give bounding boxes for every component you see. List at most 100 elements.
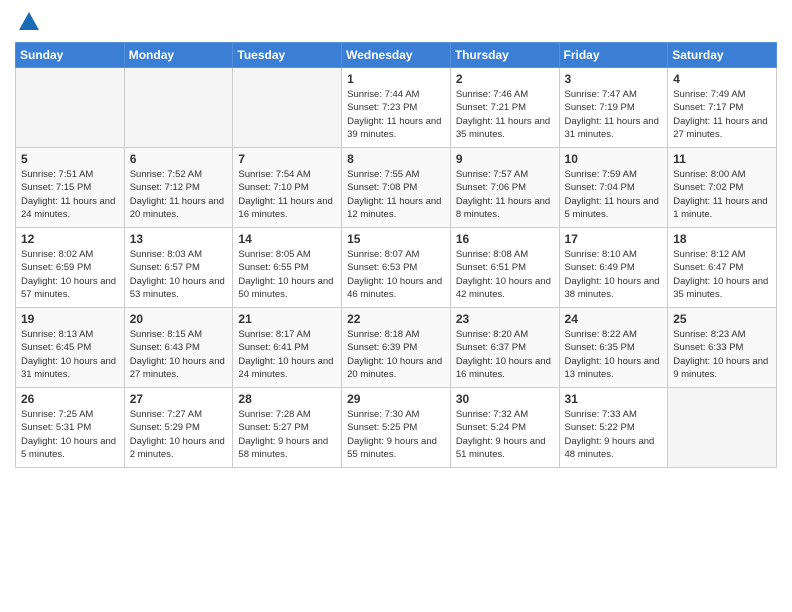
day-info: Sunrise: 8:03 AMSunset: 6:57 PMDaylight:… xyxy=(130,248,228,301)
calendar-cell: 30 Sunrise: 7:32 AMSunset: 5:24 PMDayligh… xyxy=(450,388,559,468)
calendar-week-4: 19 Sunrise: 8:13 AMSunset: 6:45 PMDayligh… xyxy=(16,308,777,388)
day-info: Sunrise: 7:47 AMSunset: 7:19 PMDaylight:… xyxy=(565,88,663,141)
day-number: 22 xyxy=(347,312,445,326)
day-info: Sunrise: 8:18 AMSunset: 6:39 PMDaylight:… xyxy=(347,328,445,381)
calendar-cell: 21 Sunrise: 8:17 AMSunset: 6:41 PMDayligh… xyxy=(233,308,342,388)
calendar-cell: 18 Sunrise: 8:12 AMSunset: 6:47 PMDayligh… xyxy=(668,228,777,308)
calendar-cell: 26 Sunrise: 7:25 AMSunset: 5:31 PMDayligh… xyxy=(16,388,125,468)
day-number: 4 xyxy=(673,72,771,86)
calendar-week-3: 12 Sunrise: 8:02 AMSunset: 6:59 PMDayligh… xyxy=(16,228,777,308)
calendar-cell: 5 Sunrise: 7:51 AMSunset: 7:15 PMDaylight… xyxy=(16,148,125,228)
calendar-cell: 23 Sunrise: 8:20 AMSunset: 6:37 PMDayligh… xyxy=(450,308,559,388)
day-info: Sunrise: 7:25 AMSunset: 5:31 PMDaylight:… xyxy=(21,408,119,461)
day-info: Sunrise: 8:13 AMSunset: 6:45 PMDaylight:… xyxy=(21,328,119,381)
calendar-week-5: 26 Sunrise: 7:25 AMSunset: 5:31 PMDayligh… xyxy=(16,388,777,468)
day-info: Sunrise: 8:10 AMSunset: 6:49 PMDaylight:… xyxy=(565,248,663,301)
calendar-cell: 9 Sunrise: 7:57 AMSunset: 7:06 PMDaylight… xyxy=(450,148,559,228)
day-info: Sunrise: 7:28 AMSunset: 5:27 PMDaylight:… xyxy=(238,408,336,461)
calendar-cell: 25Sunrise: 8:23 AMSunset: 6:33 PMDayligh… xyxy=(668,308,777,388)
day-number: 10 xyxy=(565,152,663,166)
day-number: 5 xyxy=(21,152,119,166)
day-number: 13 xyxy=(130,232,228,246)
calendar-cell: 4Sunrise: 7:49 AMSunset: 7:17 PMDaylight… xyxy=(668,68,777,148)
calendar-cell: 1 Sunrise: 7:44 AMSunset: 7:23 PMDaylight… xyxy=(342,68,451,148)
day-number: 19 xyxy=(21,312,119,326)
calendar-cell xyxy=(233,68,342,148)
calendar-cell: 14 Sunrise: 8:05 AMSunset: 6:55 PMDayligh… xyxy=(233,228,342,308)
calendar-cell: 28 Sunrise: 7:28 AMSunset: 5:27 PMDayligh… xyxy=(233,388,342,468)
day-number: 1 xyxy=(347,72,445,86)
day-number: 23 xyxy=(456,312,554,326)
calendar-cell: 19 Sunrise: 8:13 AMSunset: 6:45 PMDayligh… xyxy=(16,308,125,388)
day-number: 27 xyxy=(130,392,228,406)
day-info: Sunrise: 7:57 AMSunset: 7:06 PMDaylight:… xyxy=(456,168,554,221)
calendar-cell: 24 Sunrise: 8:22 AMSunset: 6:35 PMDayligh… xyxy=(559,308,668,388)
calendar-cell: 2Sunrise: 7:46 AMSunset: 7:21 PMDaylight… xyxy=(450,68,559,148)
day-number: 20 xyxy=(130,312,228,326)
page-header xyxy=(15,10,777,34)
calendar-cell: 15 Sunrise: 8:07 AMSunset: 6:53 PMDayligh… xyxy=(342,228,451,308)
day-info: Sunrise: 7:51 AMSunset: 7:15 PMDaylight:… xyxy=(21,168,119,221)
day-number: 11 xyxy=(673,152,771,166)
day-number: 3 xyxy=(565,72,663,86)
day-info: Sunrise: 8:20 AMSunset: 6:37 PMDaylight:… xyxy=(456,328,554,381)
day-number: 26 xyxy=(21,392,119,406)
day-info: Sunrise: 7:27 AMSunset: 5:29 PMDaylight:… xyxy=(130,408,228,461)
calendar-cell: 20Sunrise: 8:15 AMSunset: 6:43 PMDayligh… xyxy=(124,308,233,388)
day-info: Sunrise: 7:55 AMSunset: 7:08 PMDaylight:… xyxy=(347,168,445,221)
day-info: Sunrise: 8:12 AMSunset: 6:47 PMDaylight:… xyxy=(673,248,771,301)
calendar-cell: 7Sunrise: 7:54 AMSunset: 7:10 PMDaylight… xyxy=(233,148,342,228)
day-number: 2 xyxy=(456,72,554,86)
logo xyxy=(15,10,41,34)
calendar-week-1: 1 Sunrise: 7:44 AMSunset: 7:23 PMDaylight… xyxy=(16,68,777,148)
calendar-cell: 11Sunrise: 8:00 AMSunset: 7:02 PMDayligh… xyxy=(668,148,777,228)
day-number: 29 xyxy=(347,392,445,406)
calendar-week-2: 5 Sunrise: 7:51 AMSunset: 7:15 PMDaylight… xyxy=(16,148,777,228)
day-number: 24 xyxy=(565,312,663,326)
day-info: Sunrise: 8:05 AMSunset: 6:55 PMDaylight:… xyxy=(238,248,336,301)
day-number: 12 xyxy=(21,232,119,246)
calendar-table: SundayMondayTuesdayWednesdayThursdayFrid… xyxy=(15,42,777,468)
day-info: Sunrise: 8:22 AMSunset: 6:35 PMDaylight:… xyxy=(565,328,663,381)
calendar-cell: 10 Sunrise: 7:59 AMSunset: 7:04 PMDayligh… xyxy=(559,148,668,228)
day-number: 28 xyxy=(238,392,336,406)
day-info: Sunrise: 8:17 AMSunset: 6:41 PMDaylight:… xyxy=(238,328,336,381)
day-number: 30 xyxy=(456,392,554,406)
day-header-friday: Friday xyxy=(559,43,668,68)
day-info: Sunrise: 8:08 AMSunset: 6:51 PMDaylight:… xyxy=(456,248,554,301)
day-number: 31 xyxy=(565,392,663,406)
day-info: Sunrise: 8:07 AMSunset: 6:53 PMDaylight:… xyxy=(347,248,445,301)
logo-icon xyxy=(17,10,41,34)
calendar-cell: 13 Sunrise: 8:03 AMSunset: 6:57 PMDayligh… xyxy=(124,228,233,308)
day-number: 18 xyxy=(673,232,771,246)
day-info: Sunrise: 7:59 AMSunset: 7:04 PMDaylight:… xyxy=(565,168,663,221)
day-header-thursday: Thursday xyxy=(450,43,559,68)
calendar-cell xyxy=(668,388,777,468)
day-number: 8 xyxy=(347,152,445,166)
day-number: 15 xyxy=(347,232,445,246)
day-info: Sunrise: 7:30 AMSunset: 5:25 PMDaylight:… xyxy=(347,408,445,461)
day-info: Sunrise: 8:02 AMSunset: 6:59 PMDaylight:… xyxy=(21,248,119,301)
calendar-cell xyxy=(124,68,233,148)
calendar-cell: 12 Sunrise: 8:02 AMSunset: 6:59 PMDayligh… xyxy=(16,228,125,308)
day-number: 14 xyxy=(238,232,336,246)
day-number: 25 xyxy=(673,312,771,326)
day-info: Sunrise: 7:32 AMSunset: 5:24 PMDaylight:… xyxy=(456,408,554,461)
day-info: Sunrise: 7:52 AMSunset: 7:12 PMDaylight:… xyxy=(130,168,228,221)
calendar-cell: 31Sunrise: 7:33 AMSunset: 5:22 PMDayligh… xyxy=(559,388,668,468)
day-number: 6 xyxy=(130,152,228,166)
calendar-header-row: SundayMondayTuesdayWednesdayThursdayFrid… xyxy=(16,43,777,68)
day-header-monday: Monday xyxy=(124,43,233,68)
calendar-cell: 27 Sunrise: 7:27 AMSunset: 5:29 PMDayligh… xyxy=(124,388,233,468)
day-number: 9 xyxy=(456,152,554,166)
calendar-cell: 17 Sunrise: 8:10 AMSunset: 6:49 PMDayligh… xyxy=(559,228,668,308)
calendar-cell: 6 Sunrise: 7:52 AMSunset: 7:12 PMDaylight… xyxy=(124,148,233,228)
calendar-cell: 16Sunrise: 8:08 AMSunset: 6:51 PMDayligh… xyxy=(450,228,559,308)
calendar-cell: 8 Sunrise: 7:55 AMSunset: 7:08 PMDaylight… xyxy=(342,148,451,228)
day-number: 21 xyxy=(238,312,336,326)
calendar-cell xyxy=(16,68,125,148)
day-number: 17 xyxy=(565,232,663,246)
day-info: Sunrise: 7:44 AMSunset: 7:23 PMDaylight:… xyxy=(347,88,445,141)
day-header-sunday: Sunday xyxy=(16,43,125,68)
day-header-saturday: Saturday xyxy=(668,43,777,68)
